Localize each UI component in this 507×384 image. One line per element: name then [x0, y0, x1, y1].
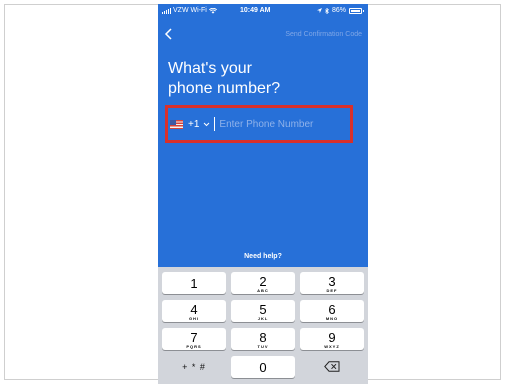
- phone-screen: VZW Wi-Fi 10:49 AM 86% Send Confirmation…: [158, 4, 368, 384]
- chevron-down-icon[interactable]: [203, 120, 210, 129]
- key-digit: 7: [190, 330, 198, 345]
- key-4[interactable]: 4 GHI: [162, 300, 226, 322]
- carrier-label: VZW Wi-Fi: [173, 7, 207, 14]
- key-0[interactable]: 0: [231, 356, 295, 378]
- key-digit: 3: [328, 274, 336, 289]
- key-6[interactable]: 6 MNO: [300, 300, 364, 322]
- key-symbols-label: + * #: [182, 362, 206, 372]
- bluetooth-icon: [325, 7, 329, 14]
- key-3[interactable]: 3 DEF: [300, 272, 364, 294]
- phone-number-input[interactable]: [219, 118, 330, 130]
- key-9[interactable]: 9 WXYZ: [300, 328, 364, 350]
- key-symbols[interactable]: + * #: [162, 356, 226, 378]
- key-5[interactable]: 5 JKL: [231, 300, 295, 322]
- key-letters: MNO: [325, 316, 339, 321]
- wifi-icon: [208, 7, 217, 14]
- country-code[interactable]: +1: [188, 119, 199, 130]
- page-title: What's your phone number?: [168, 59, 358, 99]
- location-icon: [316, 8, 322, 13]
- numeric-keypad: 1 2 ABC 3 DEF 4 GHI 5 JKL 6 MNO 7 PQRS 8…: [158, 267, 368, 384]
- key-digit: 6: [328, 302, 336, 317]
- key-2[interactable]: 2 ABC: [231, 272, 295, 294]
- key-digit: 4: [190, 302, 198, 317]
- us-flag-icon[interactable]: [170, 119, 183, 129]
- input-cursor: [214, 117, 216, 131]
- key-digit: 0: [259, 360, 267, 375]
- delete-button[interactable]: [300, 356, 364, 378]
- backspace-icon: [324, 361, 340, 372]
- key-digit: 9: [328, 330, 336, 345]
- title-line: phone number?: [168, 80, 281, 97]
- key-letters: GHI: [188, 316, 200, 321]
- need-help-link[interactable]: Need help?: [158, 253, 368, 260]
- signal-icon: [162, 7, 171, 14]
- key-letters: TUV: [257, 344, 269, 349]
- battery-percent: 86%: [331, 7, 346, 14]
- key-8[interactable]: 8 TUV: [231, 328, 295, 350]
- send-confirmation-button[interactable]: Send Confirmation Code: [285, 31, 362, 38]
- key-letters: ABC: [257, 288, 269, 293]
- back-button[interactable]: [164, 26, 178, 44]
- status-time: 10:49 AM: [240, 7, 271, 14]
- battery-icon: [349, 7, 364, 14]
- key-letters: PQRS: [186, 344, 202, 349]
- phone-number-row: +1: [170, 116, 348, 132]
- status-bar: VZW Wi-Fi 10:49 AM 86%: [158, 4, 368, 19]
- key-digit: 5: [259, 302, 267, 317]
- key-letters: DEF: [326, 288, 338, 293]
- key-digit: 2: [259, 274, 267, 289]
- title-line: What's your: [168, 60, 252, 77]
- key-7[interactable]: 7 PQRS: [162, 328, 226, 350]
- key-digit: 8: [259, 330, 267, 345]
- chevron-left-icon: [164, 28, 172, 40]
- key-letters: WXYZ: [324, 344, 340, 349]
- key-letters: JKL: [257, 316, 269, 321]
- key-digit: 1: [190, 276, 198, 291]
- key-1[interactable]: 1: [162, 272, 226, 294]
